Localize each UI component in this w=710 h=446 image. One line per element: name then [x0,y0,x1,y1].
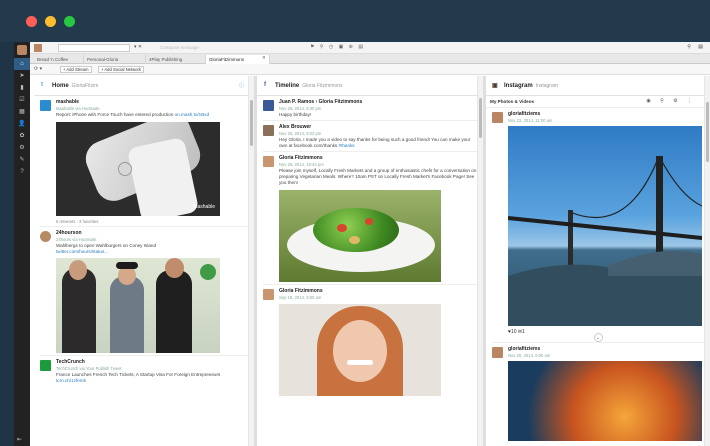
jellyfish-photo[interactable] [508,361,702,441]
analytics-icon[interactable]: ▮ [14,82,30,94]
avatar [492,347,503,358]
watermark-label: Mashable [193,204,215,210]
settings-icon[interactable]: ⚙ [14,142,30,154]
list-item[interactable]: Alex Brouwer Nov 25, 2014, 8:02 pm Hey G… [257,121,483,151]
avatar[interactable] [17,45,27,55]
avatar [263,289,274,300]
section-label: My Photos & Videos [490,99,535,104]
portrait-photo[interactable] [279,304,441,396]
list-item[interactable]: 24hourson 24hours via Hootsuite Wahlberg… [34,227,254,355]
list-item[interactable]: Gloria Fitzimmons Nov 25, 2014, 10:44 pm… [257,152,483,284]
avatar [40,231,51,242]
add-social-network-button[interactable]: + Add Social Network [98,66,144,73]
chevron-down-icon[interactable]: ⌄ [593,333,603,342]
send-icon[interactable]: ➤ [14,70,30,82]
close-window-button[interactable] [26,16,37,27]
instagram-stream-header[interactable]: ▣ Instagram Instagram [486,76,710,96]
assignments-icon[interactable]: ☑ [14,94,30,106]
list-item[interactable]: TechCrunch TechCrunch via Your Publish T… [34,356,254,386]
list-item[interactable]: Gloria Fitzimmons Sep 18, 2014, 9:00 am [257,285,483,398]
timeline-stream: f Timeline Gloria Fitzimmons Juan P. Ramo… [257,76,483,446]
home-stream-header[interactable]: t Home GloriaFitzim ⓘ [34,76,254,96]
instagram-stream: ▣ Instagram Instagram My Photos & Videos … [486,76,710,446]
tab-gloriafitzimmons[interactable]: GloriaFitzimmons [206,55,270,64]
contacts-icon[interactable]: 👤 [14,118,30,130]
instagram-icon: ▣ [492,83,498,89]
stream-actions-bar: ⟳ ▾ + Add Stream + Add Social Network [30,64,710,75]
instagram-scrollbar[interactable] [704,76,710,446]
apps-icon[interactable]: ✿ [14,130,30,142]
avatar [263,125,274,136]
post-link[interactable]: twitter.com/hours/status... [56,249,250,255]
top-toolbar: ▾ ✕ Compose message ⚑ ⚲ ◷ ▣ ⊕ ▤ ⚲ ▤ [30,42,710,54]
avatar [40,100,51,111]
avatar [40,360,51,371]
home-stream: t Home GloriaFitzim ⓘ mashable Mashable v… [34,76,254,446]
tab-personal-gloria[interactable]: Personal-Gloria [84,55,146,64]
list-item[interactable]: gloriafitziems Nov 20, 2014, 9:00 am [486,343,710,361]
bridge-photo[interactable] [508,126,702,326]
minimize-window-button[interactable] [45,16,56,27]
twitter-icon: t [41,82,43,88]
calendar-icon[interactable]: ▦ [14,106,30,118]
timeline-stream-header[interactable]: f Timeline Gloria Fitzimmons [257,76,483,96]
help-icon[interactable]: ? [14,166,30,178]
zoom-window-button[interactable] [64,16,75,27]
tab-bread-n-coffee[interactable]: Bread 'n Coffee [34,55,84,64]
stream-options-icon[interactable]: ◉ ⚲ ⚙ ⋮ [646,98,696,104]
window-titlebar [0,0,710,42]
info-icon[interactable]: ⓘ [239,82,244,89]
profile-picker-avatar[interactable] [34,44,42,52]
list-item[interactable]: mashable Mashable via Hootsuite Report: … [34,96,254,226]
tools-icon[interactable]: ✎ [14,154,30,166]
profile-picker-input[interactable] [58,44,130,52]
brand-logo [200,264,216,280]
sidebar-rail: ⌂ ➤ ▮ ☑ ▦ 👤 ✿ ⚙ ✎ ? [14,42,30,446]
salad-photo[interactable] [279,190,441,282]
hootsuite-app: ⌂ ➤ ▮ ☑ ▦ 👤 ✿ ⚙ ✎ ? ▾ ✕ Compose message … [14,42,710,446]
chevron-down-icon[interactable]: ▾ ✕ [134,44,142,50]
facebook-icon: f [264,82,266,88]
collapse-icon[interactable]: ⇤ [17,436,22,443]
hashtag-link[interactable]: #thanks [339,143,355,148]
list-item[interactable]: Juan P. Ramos › Gloria Fitzimmons Nov 25… [257,96,483,120]
refresh-icon[interactable]: ⟳ ▾ [34,66,42,72]
avatar [492,112,503,123]
add-stream-button[interactable]: + Add Stream [60,66,92,73]
compose-tools-icon[interactable]: ⚑ ⚲ ◷ ▣ ⊕ ▤ [310,44,365,50]
post-link[interactable]: tcrn.ch/1zfemk [56,378,250,384]
people-photo[interactable] [56,258,220,353]
bridge-drawing [508,155,702,326]
phone-photo[interactable]: Mashable [56,122,220,216]
search-icon[interactable]: ⚲ ▤ [687,44,706,50]
post-link[interactable]: on.mash.to/1Bxd [175,112,209,117]
home-icon[interactable]: ⌂ [14,58,30,70]
list-item[interactable]: gloriafitziems Nov 22, 2014, 11:00 am [486,108,710,126]
tab-bar: Bread 'n Coffee Personal-Gloria 4Play Pu… [30,54,710,64]
compose-input[interactable]: Compose message [160,45,199,50]
avatar [263,100,274,111]
avatar [263,156,274,167]
close-tab-icon[interactable]: ✕ [262,55,266,61]
tab-4play-publishing[interactable]: 4Play Publishing [146,55,206,64]
